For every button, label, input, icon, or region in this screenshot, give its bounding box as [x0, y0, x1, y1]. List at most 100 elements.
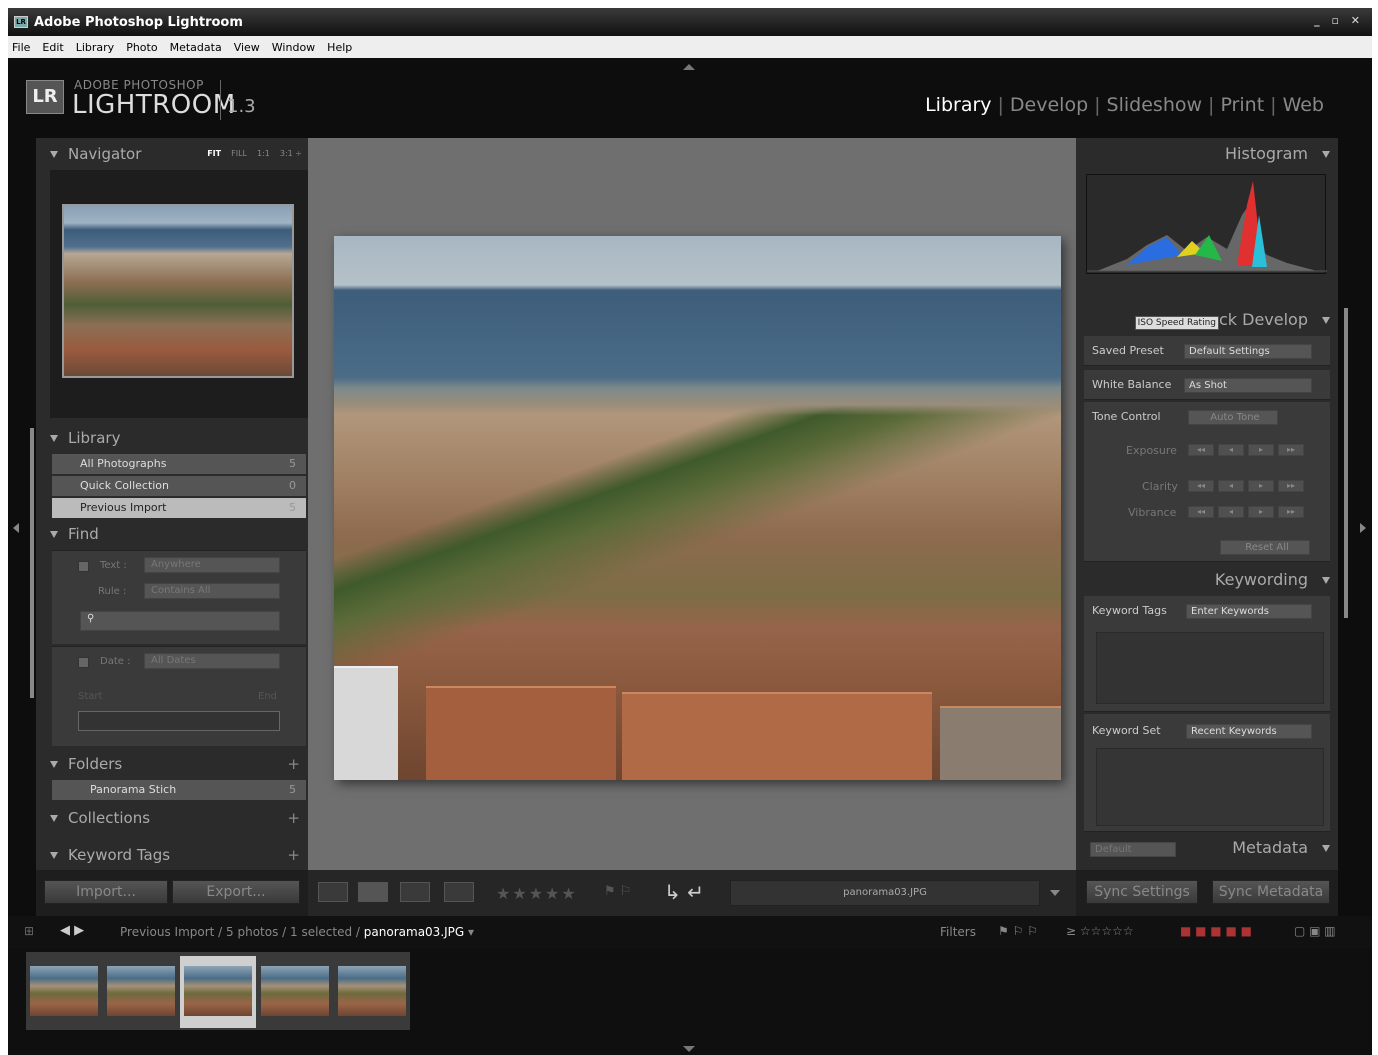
exposure-plus-big-button[interactable]: ▸▸	[1278, 444, 1304, 456]
vibrance-plus-button[interactable]: ▸	[1248, 506, 1274, 518]
zoom-fill[interactable]: FILL	[231, 149, 247, 158]
filter-options-icons[interactable]: ▢ ▣ ▥	[1294, 924, 1336, 938]
find-date-select[interactable]: All Dates	[144, 653, 280, 669]
module-library[interactable]: Library	[919, 94, 997, 116]
compare-view-icon[interactable]	[400, 882, 430, 902]
menu-view[interactable]: View	[234, 41, 260, 54]
disclosure-triangle-icon	[50, 434, 58, 442]
find-text-checkbox[interactable]	[78, 561, 89, 572]
collapse-right-panel-icon[interactable]	[1360, 523, 1366, 533]
clarity-minus-big-button[interactable]: ◂◂	[1188, 480, 1214, 492]
filter-color-labels[interactable]: ■ ■ ■ ■ ■	[1180, 924, 1252, 938]
rating-stars[interactable]: ★★★★★	[496, 884, 578, 903]
path-prefix: Previous Import / 5 photos / 1 selected …	[120, 925, 364, 939]
find-date-range-slider[interactable]	[78, 711, 280, 731]
filmstrip-thumbnail[interactable]	[257, 956, 333, 1028]
filename-field[interactable]: panorama03.JPG	[730, 880, 1040, 906]
menu-photo[interactable]: Photo	[126, 41, 157, 54]
quick-develop-header[interactable]: ISO Speed Rating ck Develop	[1076, 306, 1338, 334]
exposure-minus-button[interactable]: ◂	[1218, 444, 1244, 456]
find-search-input[interactable]: ⚲	[80, 611, 280, 631]
rotate-icons[interactable]: ↳ ↵	[664, 880, 704, 904]
menu-file[interactable]: File	[12, 41, 30, 54]
module-develop[interactable]: Develop	[1004, 94, 1094, 116]
main-photo[interactable]	[334, 236, 1061, 780]
menu-library[interactable]: Library	[76, 41, 114, 54]
loupe-view-icon[interactable]	[358, 882, 388, 902]
collapse-filmstrip-icon[interactable]	[683, 1046, 695, 1052]
collapse-left-panel-icon[interactable]	[13, 523, 19, 533]
path-dropdown-chevron-icon: ▾	[464, 925, 475, 939]
find-header[interactable]: Find	[36, 520, 308, 548]
export-button[interactable]: Export...	[172, 880, 300, 904]
library-item-previous-import[interactable]: Previous Import 5	[52, 498, 306, 518]
add-collection-icon[interactable]: +	[287, 809, 300, 827]
right-panel-scrollbar[interactable]	[1344, 308, 1348, 618]
grid-view-icon[interactable]	[318, 882, 348, 902]
sync-settings-button[interactable]: Sync Settings	[1086, 880, 1198, 904]
vibrance-minus-big-button[interactable]: ◂◂	[1188, 506, 1214, 518]
menu-help[interactable]: Help	[327, 41, 352, 54]
filmstrip-thumbnail[interactable]	[26, 956, 102, 1028]
filter-rating[interactable]: ≥ ☆☆☆☆☆	[1066, 924, 1134, 938]
keyword-set-select[interactable]: Recent Keywords	[1186, 724, 1312, 739]
find-date-checkbox[interactable]	[78, 657, 89, 668]
find-rule-select[interactable]: Contains All	[144, 583, 280, 599]
survey-view-icon[interactable]	[444, 882, 474, 902]
library-item-all-photographs[interactable]: All Photographs 5	[52, 454, 306, 474]
exposure-minus-big-button[interactable]: ◂◂	[1188, 444, 1214, 456]
keyword-tags-select[interactable]: Enter Keywords	[1186, 604, 1312, 619]
menu-edit[interactable]: Edit	[42, 41, 63, 54]
zoom-3-1[interactable]: 3:1 ÷	[280, 149, 302, 158]
toolbar-options-chevron-down-icon[interactable]	[1050, 890, 1060, 896]
library-item-quick-collection[interactable]: Quick Collection 0	[52, 476, 306, 496]
thumbnail-image	[184, 966, 252, 1016]
folders-header[interactable]: Folders +	[36, 750, 308, 778]
filter-flags[interactable]: ⚑ ⚐ ⚐	[998, 924, 1038, 938]
flag-icons[interactable]: ⚑ ⚐	[604, 884, 631, 899]
reset-all-button[interactable]: Reset All	[1220, 540, 1310, 555]
filmstrip-thumbnail-selected[interactable]	[180, 956, 256, 1028]
zoom-fit[interactable]: FIT	[207, 149, 221, 158]
vibrance-plus-big-button[interactable]: ▸▸	[1278, 506, 1304, 518]
left-panel-scrollbar[interactable]	[30, 428, 34, 698]
find-text-select[interactable]: Anywhere	[144, 557, 280, 573]
add-keyword-icon[interactable]: +	[287, 846, 300, 864]
clarity-plus-button[interactable]: ▸	[1248, 480, 1274, 492]
keyword-set-grid[interactable]	[1096, 748, 1324, 826]
filmstrip-thumbnail[interactable]	[103, 956, 179, 1028]
collapse-top-panel-icon[interactable]	[683, 64, 695, 70]
module-print[interactable]: Print	[1214, 94, 1270, 116]
module-web[interactable]: Web	[1277, 94, 1330, 116]
window-controls[interactable]: _ ▫ ✕	[1314, 14, 1364, 27]
clarity-plus-big-button[interactable]: ▸▸	[1278, 480, 1304, 492]
import-button[interactable]: Import...	[44, 880, 168, 904]
folder-item[interactable]: Panorama Stich 5	[52, 780, 306, 800]
vibrance-minus-button[interactable]: ◂	[1218, 506, 1244, 518]
navigator-header[interactable]: Navigator FIT FILL 1:1 3:1 ÷	[36, 140, 308, 168]
keywording-header[interactable]: Keywording	[1076, 566, 1338, 594]
add-folder-icon[interactable]: +	[287, 755, 300, 773]
filmstrip-source-path[interactable]: Previous Import / 5 photos / 1 selected …	[120, 925, 474, 939]
filmstrip-thumbnail[interactable]	[334, 956, 410, 1028]
library-header[interactable]: Library	[36, 424, 308, 452]
histogram-header[interactable]: Histogram	[1076, 140, 1338, 168]
sync-metadata-button[interactable]: Sync Metadata	[1212, 880, 1330, 904]
exposure-plus-button[interactable]: ▸	[1248, 444, 1274, 456]
navigation-arrows[interactable]: ◀ ▶	[60, 923, 84, 938]
navigator-preview[interactable]	[62, 204, 294, 378]
saved-preset-select[interactable]: Default Settings	[1184, 344, 1312, 359]
module-slideshow[interactable]: Slideshow	[1101, 94, 1208, 116]
keyword-tags-label: Keyword Tags	[1092, 604, 1167, 617]
white-balance-select[interactable]: As Shot	[1184, 378, 1312, 393]
zoom-1-1[interactable]: 1:1	[257, 149, 270, 158]
grid-icon[interactable]: ⊞	[24, 924, 34, 938]
keyword-tags-header[interactable]: Keyword Tags +	[36, 841, 308, 869]
auto-tone-button[interactable]: Auto Tone	[1188, 410, 1278, 425]
metadata-preset-select[interactable]: Default	[1090, 842, 1176, 857]
keyword-tags-textarea[interactable]	[1096, 632, 1324, 704]
menu-window[interactable]: Window	[272, 41, 315, 54]
clarity-minus-button[interactable]: ◂	[1218, 480, 1244, 492]
menu-metadata[interactable]: Metadata	[170, 41, 222, 54]
collections-header[interactable]: Collections +	[36, 804, 308, 832]
